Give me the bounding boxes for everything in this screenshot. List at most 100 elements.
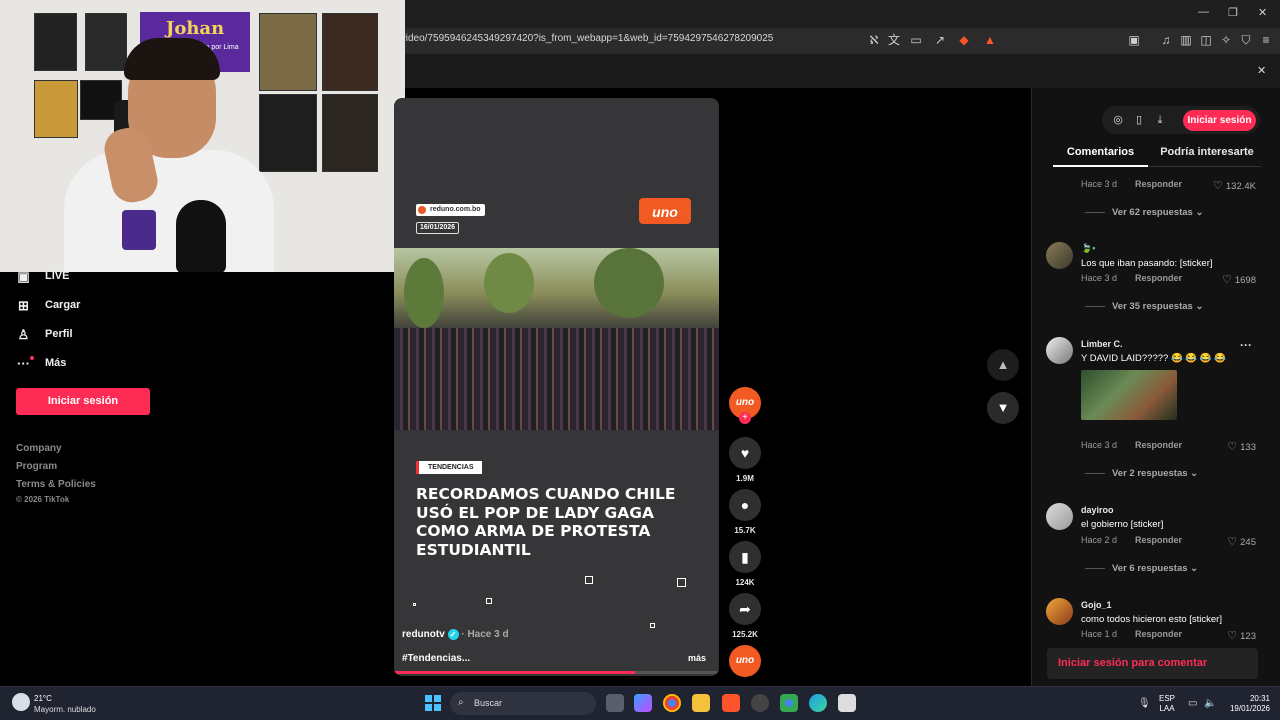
footer-link-terms[interactable]: Terms & Policies: [16, 479, 96, 490]
vpn-icon[interactable]: ⛉: [1238, 32, 1254, 48]
sound-disc[interactable]: uno: [729, 645, 761, 677]
login-button[interactable]: Iniciar sesión: [16, 388, 150, 415]
reply-button[interactable]: Responder: [1135, 179, 1182, 189]
comment-time: Hace 3 d: [1081, 440, 1118, 450]
window-close-button[interactable]: ✕: [1258, 6, 1267, 19]
panel-login-button[interactable]: Iniciar sesión: [1183, 110, 1256, 131]
comment-username[interactable]: dayiroo: [1081, 505, 1114, 515]
copilot-icon[interactable]: [634, 694, 652, 712]
comment-username[interactable]: 🍃•: [1081, 243, 1095, 254]
avatar[interactable]: [1046, 503, 1073, 530]
view-replies-button[interactable]: Ver 6 respuestas ⌄: [1085, 563, 1198, 574]
like-button[interactable]: ♥: [729, 437, 761, 469]
reply-button[interactable]: Responder: [1135, 273, 1182, 283]
cast-icon[interactable]: ▭: [908, 32, 924, 48]
comment-likes[interactable]: ♡ 245: [1227, 535, 1256, 548]
author-name[interactable]: redunotv: [402, 629, 445, 640]
network-icon[interactable]: ▭: [1188, 698, 1197, 709]
screenshot-icon[interactable]: ▣: [1126, 32, 1142, 48]
comment-button[interactable]: ●: [729, 489, 761, 521]
close-icon[interactable]: ✕: [1257, 64, 1266, 77]
crowd: [394, 328, 719, 430]
cloud-icon[interactable]: [12, 693, 30, 711]
particle: [413, 603, 416, 606]
video-caption[interactable]: #Tendencias...: [402, 653, 470, 664]
taskbar-search[interactable]: Buscar: [450, 692, 596, 715]
comment-likes[interactable]: ♡ 133: [1227, 440, 1256, 453]
reply-button[interactable]: Responder: [1135, 629, 1182, 639]
save-button[interactable]: ▮: [729, 541, 761, 573]
share-icon[interactable]: ↗: [932, 32, 948, 48]
tab-recommended[interactable]: Podría interesarte: [1152, 146, 1262, 158]
video-progress-bar[interactable]: [394, 671, 719, 674]
reply-button[interactable]: Responder: [1135, 440, 1182, 450]
sidebar-item-upload[interactable]: ⊞ Cargar: [16, 295, 80, 315]
weather-description[interactable]: Mayorm. nublado: [34, 705, 96, 714]
view-replies-button[interactable]: Ver 35 respuestas ⌄: [1085, 301, 1203, 312]
footer-link-company[interactable]: Company: [16, 443, 62, 454]
microphone-tray-icon[interactable]: 🎙: [1138, 698, 1151, 709]
tab-active-indicator: [1053, 165, 1148, 167]
comment-username[interactable]: Limber C.: [1081, 339, 1123, 349]
sidebar-item-profile[interactable]: ♙ Perfil: [16, 324, 73, 344]
input-language[interactable]: ESP LAA: [1159, 694, 1175, 714]
replies-label: Ver 35 respuestas: [1112, 301, 1193, 312]
leo-ai-icon[interactable]: ✧: [1218, 32, 1234, 48]
app-icon[interactable]: [838, 694, 856, 712]
view-replies-button[interactable]: Ver 62 respuestas ⌄: [1085, 207, 1203, 218]
comment-likes[interactable]: ♡ 123: [1227, 629, 1256, 642]
sidebar-item-more[interactable]: ··· Más: [16, 353, 66, 373]
brave-shield-icon[interactable]: ◆: [956, 32, 972, 48]
avatar[interactable]: [1046, 598, 1073, 625]
comment-login-button[interactable]: Iniciar sesión para comentar: [1047, 648, 1258, 679]
translate-icon[interactable]: 文: [886, 32, 902, 48]
site-badge: reduno.com.bo: [416, 204, 485, 216]
minimize-button[interactable]: —: [1198, 6, 1209, 18]
next-video-button[interactable]: ▼: [987, 392, 1019, 424]
wallet-icon[interactable]: ◫: [1198, 32, 1214, 48]
tab-comments[interactable]: Comentarios: [1053, 146, 1148, 158]
sidebar-icon[interactable]: ▥: [1178, 32, 1194, 48]
translate-off-icon[interactable]: ℵ: [866, 32, 882, 48]
task-view-icon[interactable]: [606, 694, 624, 712]
chrome-icon[interactable]: [663, 694, 681, 712]
follow-icon[interactable]: +: [739, 412, 751, 424]
previous-video-button[interactable]: ▲: [987, 349, 1019, 381]
comment-username[interactable]: Gojo_1: [1081, 600, 1112, 610]
search-icon: ⌕: [458, 697, 464, 708]
video-author[interactable]: redunotv ✓ · Hace 3 d: [402, 629, 509, 640]
weather-temperature[interactable]: 21°C: [34, 694, 52, 703]
reply-button[interactable]: Responder: [1135, 535, 1182, 545]
video-player[interactable]: reduno.com.bo 16/01/2026 uno TENDENCIAS …: [394, 98, 719, 676]
chrome-profile-icon[interactable]: [780, 694, 798, 712]
avatar[interactable]: [1046, 337, 1073, 364]
poster-title: Johan: [165, 18, 225, 39]
file-explorer-icon[interactable]: [692, 694, 710, 712]
maximize-button[interactable]: ❐: [1228, 6, 1238, 19]
avatar[interactable]: [1046, 242, 1073, 269]
volume-icon[interactable]: 🔈: [1204, 698, 1216, 709]
music-icon[interactable]: ♫: [1158, 32, 1174, 48]
view-replies-button[interactable]: Ver 2 respuestas ⌄: [1085, 468, 1198, 479]
download-icon[interactable]: ⤓: [1153, 113, 1167, 127]
share-button[interactable]: ➦: [729, 593, 761, 625]
sidebar-item-live[interactable]: ▣ LIVE: [16, 266, 69, 286]
taskbar-clock[interactable]: 20:31 19/01/2026: [1222, 694, 1270, 714]
chevron-down-icon: ⌄: [1190, 563, 1199, 574]
comment-text: como todos hicieron esto [sticker]: [1081, 614, 1222, 625]
comment-likes[interactable]: ♡ 132.4K: [1213, 179, 1256, 192]
compass-icon[interactable]: ◎: [1111, 113, 1125, 127]
windows-start-icon[interactable]: [425, 695, 441, 711]
rewards-icon[interactable]: ▲: [982, 32, 998, 48]
brave-icon[interactable]: [722, 694, 740, 712]
footer-link-program[interactable]: Program: [16, 461, 57, 472]
app-icon[interactable]: [751, 694, 769, 712]
edge-icon[interactable]: [809, 694, 827, 712]
comment-image[interactable]: [1081, 370, 1177, 420]
poster-image: [259, 94, 317, 172]
more-link[interactable]: más: [688, 653, 706, 663]
menu-icon[interactable]: ≡: [1258, 32, 1274, 48]
comment-likes[interactable]: ♡ 1698: [1222, 273, 1256, 286]
phone-icon[interactable]: ▯: [1132, 113, 1146, 127]
comment-options-icon[interactable]: ···: [1240, 338, 1252, 352]
